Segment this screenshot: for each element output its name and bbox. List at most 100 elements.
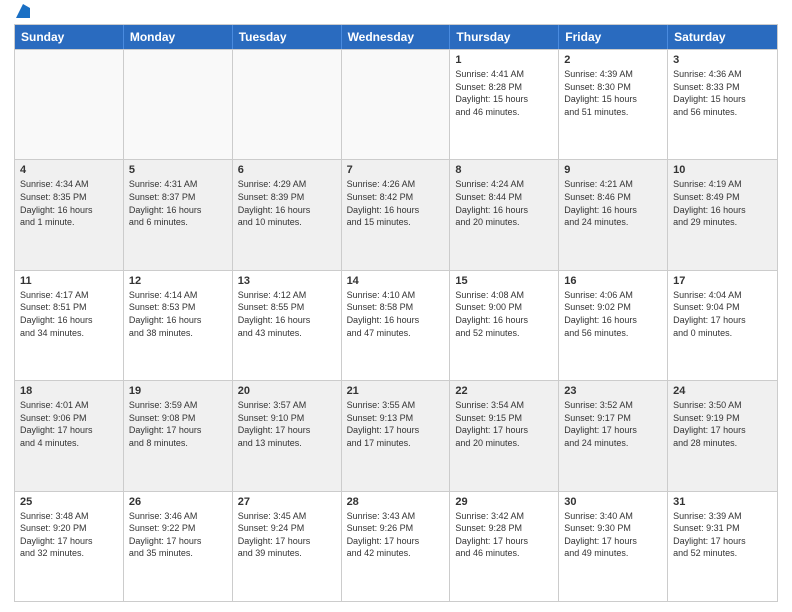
- day-number: 12: [129, 275, 227, 287]
- day-number: 6: [238, 164, 336, 176]
- day-info: Sunrise: 4:34 AM Sunset: 8:35 PM Dayligh…: [20, 178, 118, 228]
- day-number: 11: [20, 275, 118, 287]
- day-info: Sunrise: 3:55 AM Sunset: 9:13 PM Dayligh…: [347, 399, 445, 449]
- day-number: 5: [129, 164, 227, 176]
- day-number: 31: [673, 496, 772, 508]
- day-number: 25: [20, 496, 118, 508]
- day-number: 15: [455, 275, 553, 287]
- day-number: 29: [455, 496, 553, 508]
- header-day-thursday: Thursday: [450, 25, 559, 49]
- day-info: Sunrise: 4:21 AM Sunset: 8:46 PM Dayligh…: [564, 178, 662, 228]
- empty-cell-0-0: [15, 50, 124, 159]
- day-number: 30: [564, 496, 662, 508]
- calendar-body: 1Sunrise: 4:41 AM Sunset: 8:28 PM Daylig…: [15, 49, 777, 601]
- day-number: 13: [238, 275, 336, 287]
- day-number: 8: [455, 164, 553, 176]
- day-number: 23: [564, 385, 662, 397]
- day-info: Sunrise: 4:12 AM Sunset: 8:55 PM Dayligh…: [238, 289, 336, 339]
- day-cell-17: 17 Sunrise: 4:04 AM Sunset: 9:04 PM Dayli…: [668, 271, 777, 380]
- calendar-row-2: 11Sunrise: 4:17 AM Sunset: 8:51 PM Dayli…: [15, 270, 777, 380]
- day-cell-7: 7Sunrise: 4:26 AM Sunset: 8:42 PM Daylig…: [342, 160, 451, 269]
- header: [14, 10, 778, 18]
- day-number: 16: [564, 275, 662, 287]
- day-cell-27: 27 Sunrise: 3:45 AM Sunset: 9:24 PM Dayli…: [233, 492, 342, 601]
- day-cell-6: 6Sunrise: 4:29 AM Sunset: 8:39 PM Daylig…: [233, 160, 342, 269]
- day-number: 28: [347, 496, 445, 508]
- day-number: 14: [347, 275, 445, 287]
- day-info: Sunrise: 4:14 AM Sunset: 8:53 PM Dayligh…: [129, 289, 227, 339]
- day-cell-5: 5 Sunrise: 4:31 AM Sunset: 8:37 PM Daylig…: [124, 160, 233, 269]
- day-cell-18: 18 Sunrise: 4:01 AM Sunset: 9:06 PM Dayli…: [15, 381, 124, 490]
- day-cell-21: 21 Sunrise: 3:55 AM Sunset: 9:13 PM Dayli…: [342, 381, 451, 490]
- day-info: Sunrise: 4:39 AM Sunset: 8:30 PM Dayligh…: [564, 68, 662, 118]
- day-info: Sunrise: 4:04 AM Sunset: 9:04 PM Dayligh…: [673, 289, 772, 339]
- day-number: 18: [20, 385, 118, 397]
- day-number: 21: [347, 385, 445, 397]
- day-number: 3: [673, 54, 772, 66]
- day-info: Sunrise: 3:54 AM Sunset: 9:15 PM Dayligh…: [455, 399, 553, 449]
- day-cell-9: 9Sunrise: 4:21 AM Sunset: 8:46 PM Daylig…: [559, 160, 668, 269]
- day-info: Sunrise: 3:46 AM Sunset: 9:22 PM Dayligh…: [129, 510, 227, 560]
- day-cell-15: 15 Sunrise: 4:08 AM Sunset: 9:00 PM Dayli…: [450, 271, 559, 380]
- day-info: Sunrise: 3:48 AM Sunset: 9:20 PM Dayligh…: [20, 510, 118, 560]
- day-number: 17: [673, 275, 772, 287]
- day-number: 24: [673, 385, 772, 397]
- day-info: Sunrise: 3:45 AM Sunset: 9:24 PM Dayligh…: [238, 510, 336, 560]
- day-info: Sunrise: 3:39 AM Sunset: 9:31 PM Dayligh…: [673, 510, 772, 560]
- header-day-saturday: Saturday: [668, 25, 777, 49]
- day-number: 10: [673, 164, 772, 176]
- logo-icon: [16, 4, 30, 18]
- header-day-wednesday: Wednesday: [342, 25, 451, 49]
- day-info: Sunrise: 4:08 AM Sunset: 9:00 PM Dayligh…: [455, 289, 553, 339]
- empty-cell-0-2: [233, 50, 342, 159]
- day-info: Sunrise: 3:43 AM Sunset: 9:26 PM Dayligh…: [347, 510, 445, 560]
- day-cell-22: 22Sunrise: 3:54 AM Sunset: 9:15 PM Dayli…: [450, 381, 559, 490]
- day-number: 1: [455, 54, 553, 66]
- day-number: 19: [129, 385, 227, 397]
- header-day-tuesday: Tuesday: [233, 25, 342, 49]
- day-cell-31: 31 Sunrise: 3:39 AM Sunset: 9:31 PM Dayli…: [668, 492, 777, 601]
- calendar-row-3: 18 Sunrise: 4:01 AM Sunset: 9:06 PM Dayli…: [15, 380, 777, 490]
- day-info: Sunrise: 3:52 AM Sunset: 9:17 PM Dayligh…: [564, 399, 662, 449]
- day-cell-30: 30Sunrise: 3:40 AM Sunset: 9:30 PM Dayli…: [559, 492, 668, 601]
- day-cell-13: 13 Sunrise: 4:12 AM Sunset: 8:55 PM Dayli…: [233, 271, 342, 380]
- empty-cell-0-3: [342, 50, 451, 159]
- header-day-friday: Friday: [559, 25, 668, 49]
- calendar-row-0: 1Sunrise: 4:41 AM Sunset: 8:28 PM Daylig…: [15, 49, 777, 159]
- day-info: Sunrise: 4:31 AM Sunset: 8:37 PM Dayligh…: [129, 178, 227, 228]
- day-cell-24: 24 Sunrise: 3:50 AM Sunset: 9:19 PM Dayli…: [668, 381, 777, 490]
- day-number: 2: [564, 54, 662, 66]
- day-cell-23: 23 Sunrise: 3:52 AM Sunset: 9:17 PM Dayli…: [559, 381, 668, 490]
- day-info: Sunrise: 4:36 AM Sunset: 8:33 PM Dayligh…: [673, 68, 772, 118]
- day-info: Sunrise: 4:10 AM Sunset: 8:58 PM Dayligh…: [347, 289, 445, 339]
- day-cell-8: 8Sunrise: 4:24 AM Sunset: 8:44 PM Daylig…: [450, 160, 559, 269]
- day-info: Sunrise: 4:19 AM Sunset: 8:49 PM Dayligh…: [673, 178, 772, 228]
- calendar-row-4: 25 Sunrise: 3:48 AM Sunset: 9:20 PM Dayli…: [15, 491, 777, 601]
- day-info: Sunrise: 3:50 AM Sunset: 9:19 PM Dayligh…: [673, 399, 772, 449]
- day-cell-1: 1Sunrise: 4:41 AM Sunset: 8:28 PM Daylig…: [450, 50, 559, 159]
- calendar-row-1: 4Sunrise: 4:34 AM Sunset: 8:35 PM Daylig…: [15, 159, 777, 269]
- logo-text: [14, 10, 30, 18]
- header-day-monday: Monday: [124, 25, 233, 49]
- day-cell-12: 12 Sunrise: 4:14 AM Sunset: 8:53 PM Dayli…: [124, 271, 233, 380]
- day-cell-19: 19 Sunrise: 3:59 AM Sunset: 9:08 PM Dayli…: [124, 381, 233, 490]
- day-cell-20: 20Sunrise: 3:57 AM Sunset: 9:10 PM Dayli…: [233, 381, 342, 490]
- day-cell-16: 16 Sunrise: 4:06 AM Sunset: 9:02 PM Dayli…: [559, 271, 668, 380]
- day-info: Sunrise: 4:01 AM Sunset: 9:06 PM Dayligh…: [20, 399, 118, 449]
- calendar-header: SundayMondayTuesdayWednesdayThursdayFrid…: [15, 25, 777, 49]
- calendar: SundayMondayTuesdayWednesdayThursdayFrid…: [14, 24, 778, 602]
- day-cell-26: 26Sunrise: 3:46 AM Sunset: 9:22 PM Dayli…: [124, 492, 233, 601]
- day-cell-2: 2 Sunrise: 4:39 AM Sunset: 8:30 PM Daylig…: [559, 50, 668, 159]
- header-day-sunday: Sunday: [15, 25, 124, 49]
- day-cell-28: 28 Sunrise: 3:43 AM Sunset: 9:26 PM Dayli…: [342, 492, 451, 601]
- logo: [14, 10, 30, 18]
- day-info: Sunrise: 3:57 AM Sunset: 9:10 PM Dayligh…: [238, 399, 336, 449]
- day-number: 7: [347, 164, 445, 176]
- day-cell-4: 4Sunrise: 4:34 AM Sunset: 8:35 PM Daylig…: [15, 160, 124, 269]
- day-cell-29: 29 Sunrise: 3:42 AM Sunset: 9:28 PM Dayli…: [450, 492, 559, 601]
- empty-cell-0-1: [124, 50, 233, 159]
- day-number: 27: [238, 496, 336, 508]
- day-info: Sunrise: 3:59 AM Sunset: 9:08 PM Dayligh…: [129, 399, 227, 449]
- day-info: Sunrise: 4:06 AM Sunset: 9:02 PM Dayligh…: [564, 289, 662, 339]
- day-info: Sunrise: 3:42 AM Sunset: 9:28 PM Dayligh…: [455, 510, 553, 560]
